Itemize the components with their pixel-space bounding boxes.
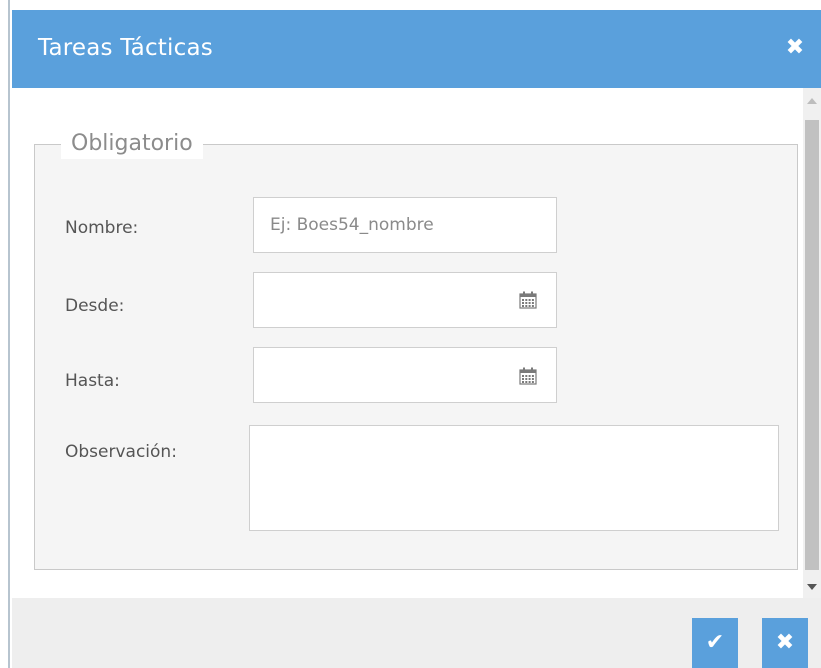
check-icon: ✔ bbox=[705, 630, 725, 655]
dialog-footer: ✔ ✖ bbox=[12, 598, 821, 668]
desde-label: Desde: bbox=[65, 296, 125, 316]
close-icon[interactable]: ✖ bbox=[783, 36, 807, 60]
observacion-textarea[interactable] bbox=[249, 425, 779, 531]
background-window-edge bbox=[0, 0, 12, 668]
dialog-title: Tareas Tácticas bbox=[38, 35, 213, 61]
observacion-label: Observación: bbox=[65, 442, 177, 462]
tareas-tacticas-dialog: Tareas Tácticas ✖ Obligatorio Nombre: De… bbox=[12, 10, 821, 668]
calendar-icon[interactable] bbox=[519, 367, 537, 385]
nombre-input[interactable] bbox=[253, 197, 557, 253]
scroll-up-arrow-icon[interactable] bbox=[807, 98, 817, 104]
vertical-scrollbar[interactable] bbox=[803, 88, 821, 598]
nombre-label: Nombre: bbox=[65, 218, 139, 238]
calendar-icon[interactable] bbox=[519, 291, 537, 309]
hasta-date-input[interactable] bbox=[253, 347, 557, 403]
hasta-label: Hasta: bbox=[65, 371, 120, 391]
close-icon: ✖ bbox=[775, 630, 795, 655]
fieldset-legend: Obligatorio bbox=[61, 129, 203, 159]
scrollbar-thumb[interactable] bbox=[805, 120, 819, 570]
cancel-button[interactable]: ✖ bbox=[762, 618, 808, 668]
obligatorio-fieldset: Obligatorio Nombre: Desde: Hasta: bbox=[34, 129, 798, 570]
dialog-titlebar: Tareas Tácticas ✖ bbox=[12, 10, 821, 88]
scroll-down-arrow-icon[interactable] bbox=[807, 584, 817, 590]
dialog-body: Obligatorio Nombre: Desde: Hasta: bbox=[12, 88, 821, 598]
confirm-button[interactable]: ✔ bbox=[692, 618, 738, 668]
desde-date-input[interactable] bbox=[253, 272, 557, 328]
